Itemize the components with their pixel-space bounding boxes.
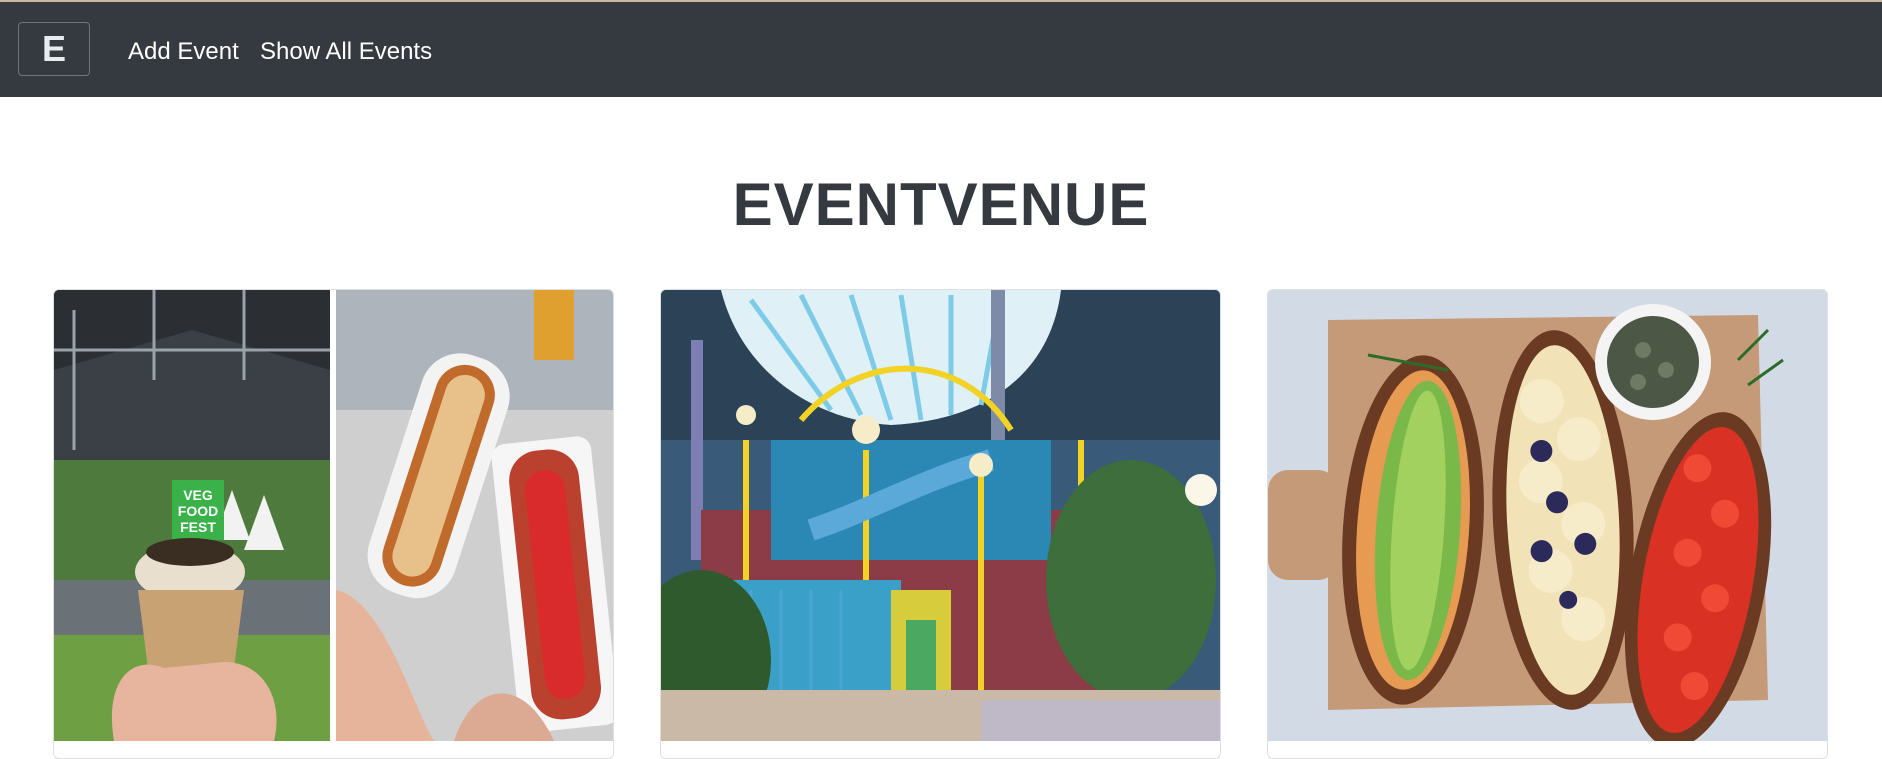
water-park-photo <box>661 290 1220 741</box>
event-card-image[interactable] <box>661 290 1220 741</box>
svg-text:FOOD: FOOD <box>178 503 218 519</box>
page-title: EVENTVENUE <box>732 171 1150 238</box>
toast-board-photo <box>1268 290 1827 741</box>
svg-text:VEG: VEG <box>183 487 213 503</box>
navbar: E Add Event Show All Events <box>0 2 1882 97</box>
nav-show-all-events[interactable]: Show All Events <box>260 38 432 66</box>
brand-logo[interactable]: E <box>18 22 90 76</box>
event-card-image[interactable] <box>1268 290 1827 741</box>
event-card-toast[interactable] <box>1267 289 1828 759</box>
nav-add-event[interactable]: Add Event <box>128 38 239 66</box>
event-card-image[interactable]: VEG FOOD FEST <box>54 290 613 741</box>
svg-text:FEST: FEST <box>180 519 216 535</box>
event-card-water-park[interactable] <box>660 289 1221 759</box>
event-card-veg-food-fest[interactable]: VEG FOOD FEST <box>53 289 614 759</box>
veg-food-fest-photo: VEG FOOD FEST <box>54 290 613 741</box>
